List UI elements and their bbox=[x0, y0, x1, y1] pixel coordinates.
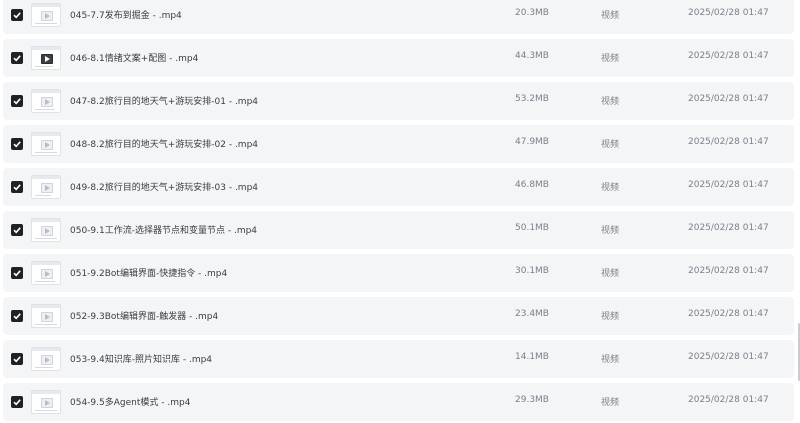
file-row[interactable]: 053-9.4知识库-照片知识库 - .mp4 14.1MB 视频 2025/0… bbox=[3, 340, 794, 378]
video-thumbnail[interactable] bbox=[31, 132, 61, 156]
file-size: 14.1MB bbox=[515, 352, 549, 362]
file-type: 视频 bbox=[601, 226, 620, 236]
file-type: 视频 bbox=[601, 54, 620, 64]
file-type: 视频 bbox=[601, 398, 620, 408]
file-name[interactable]: 052-9.3Bot编辑界面-触发器 - .mp4 bbox=[70, 309, 218, 322]
file-size: 23.4MB bbox=[515, 309, 549, 319]
row-checkbox[interactable] bbox=[11, 138, 23, 150]
check-icon bbox=[13, 399, 21, 406]
play-icon bbox=[41, 312, 53, 322]
file-name[interactable]: 051-9.2Bot编辑界面-快捷指令 - .mp4 bbox=[70, 266, 227, 279]
file-name[interactable]: 049-8.2旅行目的地天气+游玩安排-03 - .mp4 bbox=[70, 180, 258, 193]
video-thumbnail[interactable] bbox=[31, 218, 61, 242]
file-date: 2025/02/28 01:47 bbox=[688, 137, 769, 147]
file-date: 2025/02/28 01:47 bbox=[688, 8, 769, 18]
check-icon bbox=[13, 12, 21, 19]
file-type: 视频 bbox=[601, 269, 620, 279]
check-icon bbox=[13, 141, 21, 148]
file-date: 2025/02/28 01:47 bbox=[688, 51, 769, 61]
file-row[interactable]: 051-9.2Bot编辑界面-快捷指令 - .mp4 30.1MB 视频 202… bbox=[3, 254, 794, 292]
file-row[interactable]: 052-9.3Bot编辑界面-触发器 - .mp4 23.4MB 视频 2025… bbox=[3, 297, 794, 335]
file-type: 视频 bbox=[601, 355, 620, 365]
row-checkbox[interactable] bbox=[11, 396, 23, 408]
video-thumbnail[interactable] bbox=[31, 347, 61, 371]
file-type: 视频 bbox=[601, 183, 620, 193]
file-date: 2025/02/28 01:47 bbox=[688, 395, 769, 405]
play-icon bbox=[41, 398, 53, 408]
file-type: 视频 bbox=[601, 97, 620, 107]
play-icon bbox=[41, 140, 53, 150]
file-name[interactable]: 053-9.4知识库-照片知识库 - .mp4 bbox=[70, 352, 212, 365]
file-type: 视频 bbox=[601, 11, 620, 21]
video-thumbnail[interactable] bbox=[31, 304, 61, 328]
file-size: 53.2MB bbox=[515, 94, 549, 104]
file-row[interactable]: 049-8.2旅行目的地天气+游玩安排-03 - .mp4 46.8MB 视频 … bbox=[3, 168, 794, 206]
row-checkbox[interactable] bbox=[11, 353, 23, 365]
file-type: 视频 bbox=[601, 140, 620, 150]
file-row[interactable]: 050-9.1工作流-选择器节点和变量节点 - .mp4 50.1MB 视频 2… bbox=[3, 211, 794, 249]
file-name[interactable]: 046-8.1情绪文案+配图 - .mp4 bbox=[70, 51, 198, 64]
play-icon bbox=[41, 183, 53, 193]
row-checkbox[interactable] bbox=[11, 52, 23, 64]
video-thumbnail[interactable] bbox=[31, 3, 61, 27]
file-size: 20.3MB bbox=[515, 8, 549, 18]
file-name[interactable]: 047-8.2旅行目的地天气+游玩安排-01 - .mp4 bbox=[70, 94, 258, 107]
file-size: 30.1MB bbox=[515, 266, 549, 276]
play-icon bbox=[41, 11, 53, 21]
row-checkbox[interactable] bbox=[11, 267, 23, 279]
file-size: 46.8MB bbox=[515, 180, 549, 190]
row-checkbox[interactable] bbox=[11, 95, 23, 107]
play-icon bbox=[41, 226, 53, 236]
check-icon bbox=[13, 356, 21, 363]
row-checkbox[interactable] bbox=[11, 310, 23, 322]
file-name[interactable]: 050-9.1工作流-选择器节点和变量节点 - .mp4 bbox=[70, 223, 257, 236]
row-checkbox[interactable] bbox=[11, 9, 23, 21]
file-size: 44.3MB bbox=[515, 51, 549, 61]
play-icon bbox=[41, 355, 53, 365]
file-date: 2025/02/28 01:47 bbox=[688, 309, 769, 319]
file-name[interactable]: 054-9.5多Agent模式 - .mp4 bbox=[70, 395, 190, 408]
file-size: 50.1MB bbox=[515, 223, 549, 233]
video-thumbnail[interactable] bbox=[31, 175, 61, 199]
file-date: 2025/02/28 01:47 bbox=[688, 94, 769, 104]
row-checkbox[interactable] bbox=[11, 181, 23, 193]
row-checkbox[interactable] bbox=[11, 224, 23, 236]
check-icon bbox=[13, 55, 21, 62]
play-icon bbox=[41, 54, 53, 64]
play-icon bbox=[41, 269, 53, 279]
file-name[interactable]: 048-8.2旅行目的地天气+游玩安排-02 - .mp4 bbox=[70, 137, 258, 150]
check-icon bbox=[13, 184, 21, 191]
file-size: 29.3MB bbox=[515, 395, 549, 405]
video-thumbnail[interactable] bbox=[31, 46, 61, 70]
file-row[interactable]: 047-8.2旅行目的地天气+游玩安排-01 - .mp4 53.2MB 视频 … bbox=[3, 82, 794, 120]
file-date: 2025/02/28 01:47 bbox=[688, 352, 769, 362]
file-date: 2025/02/28 01:47 bbox=[688, 180, 769, 190]
play-icon bbox=[41, 97, 53, 107]
file-name[interactable]: 045-7.7发布到掘金 - .mp4 bbox=[70, 8, 182, 21]
file-date: 2025/02/28 01:47 bbox=[688, 266, 769, 276]
video-thumbnail[interactable] bbox=[31, 89, 61, 113]
file-row[interactable]: 046-8.1情绪文案+配图 - .mp4 44.3MB 视频 2025/02/… bbox=[3, 39, 794, 77]
check-icon bbox=[13, 98, 21, 105]
file-row[interactable]: 048-8.2旅行目的地天气+游玩安排-02 - .mp4 47.9MB 视频 … bbox=[3, 125, 794, 163]
file-row[interactable]: 054-9.5多Agent模式 - .mp4 29.3MB 视频 2025/02… bbox=[3, 383, 794, 421]
file-row[interactable]: 045-7.7发布到掘金 - .mp4 20.3MB 视频 2025/02/28… bbox=[3, 0, 794, 34]
video-thumbnail[interactable] bbox=[31, 390, 61, 414]
file-date: 2025/02/28 01:47 bbox=[688, 223, 769, 233]
check-icon bbox=[13, 270, 21, 277]
file-size: 47.9MB bbox=[515, 137, 549, 147]
video-thumbnail[interactable] bbox=[31, 261, 61, 285]
check-icon bbox=[13, 313, 21, 320]
file-type: 视频 bbox=[601, 312, 620, 322]
check-icon bbox=[13, 227, 21, 234]
